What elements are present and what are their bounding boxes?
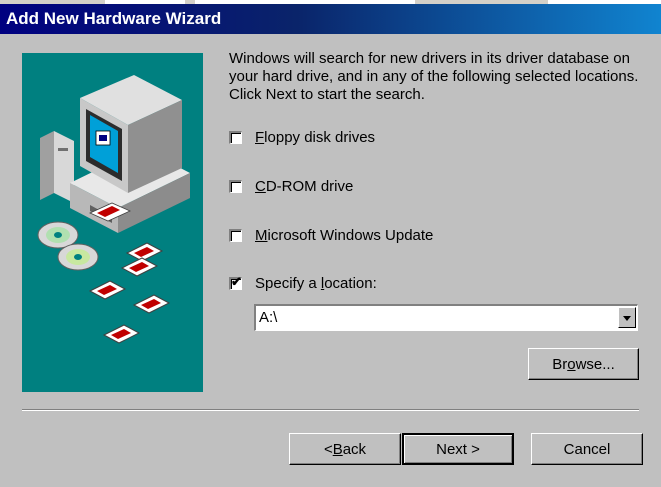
dropdown-arrow-icon[interactable] (618, 307, 636, 328)
title-bar[interactable]: Add New Hardware Wizard (0, 4, 661, 34)
window-title: Add New Hardware Wizard (6, 9, 222, 28)
check-icon: ✔ (231, 273, 242, 289)
option-windows-update[interactable]: Microsoft Windows Update (229, 225, 433, 245)
browse-button[interactable]: Br o wse... (528, 348, 639, 380)
cancel-button[interactable]: Cancel (531, 433, 643, 465)
checkbox[interactable] (229, 228, 242, 242)
checkbox[interactable] (229, 130, 242, 144)
location-input[interactable]: A:\ (259, 309, 277, 326)
checkbox-checked[interactable]: ✔ (229, 273, 242, 290)
separator (22, 409, 639, 411)
computer-icon (37, 75, 190, 344)
back-button[interactable]: < Back (289, 433, 401, 465)
cd-icon (37, 221, 99, 271)
wizard-illustration (22, 53, 203, 392)
checkbox[interactable] (229, 179, 242, 193)
floppy-disk-icon (88, 242, 171, 344)
location-combobox[interactable]: A:\ (254, 304, 638, 331)
option-cdrom[interactable]: CD-ROM drive (229, 176, 353, 196)
option-floppy[interactable]: Floppy disk drives (229, 127, 375, 147)
next-button[interactable]: Next > (402, 433, 514, 465)
intro-text: Windows will search for new drivers in i… (229, 50, 639, 103)
option-specify-location[interactable]: ✔ Specify a location: (229, 273, 377, 293)
